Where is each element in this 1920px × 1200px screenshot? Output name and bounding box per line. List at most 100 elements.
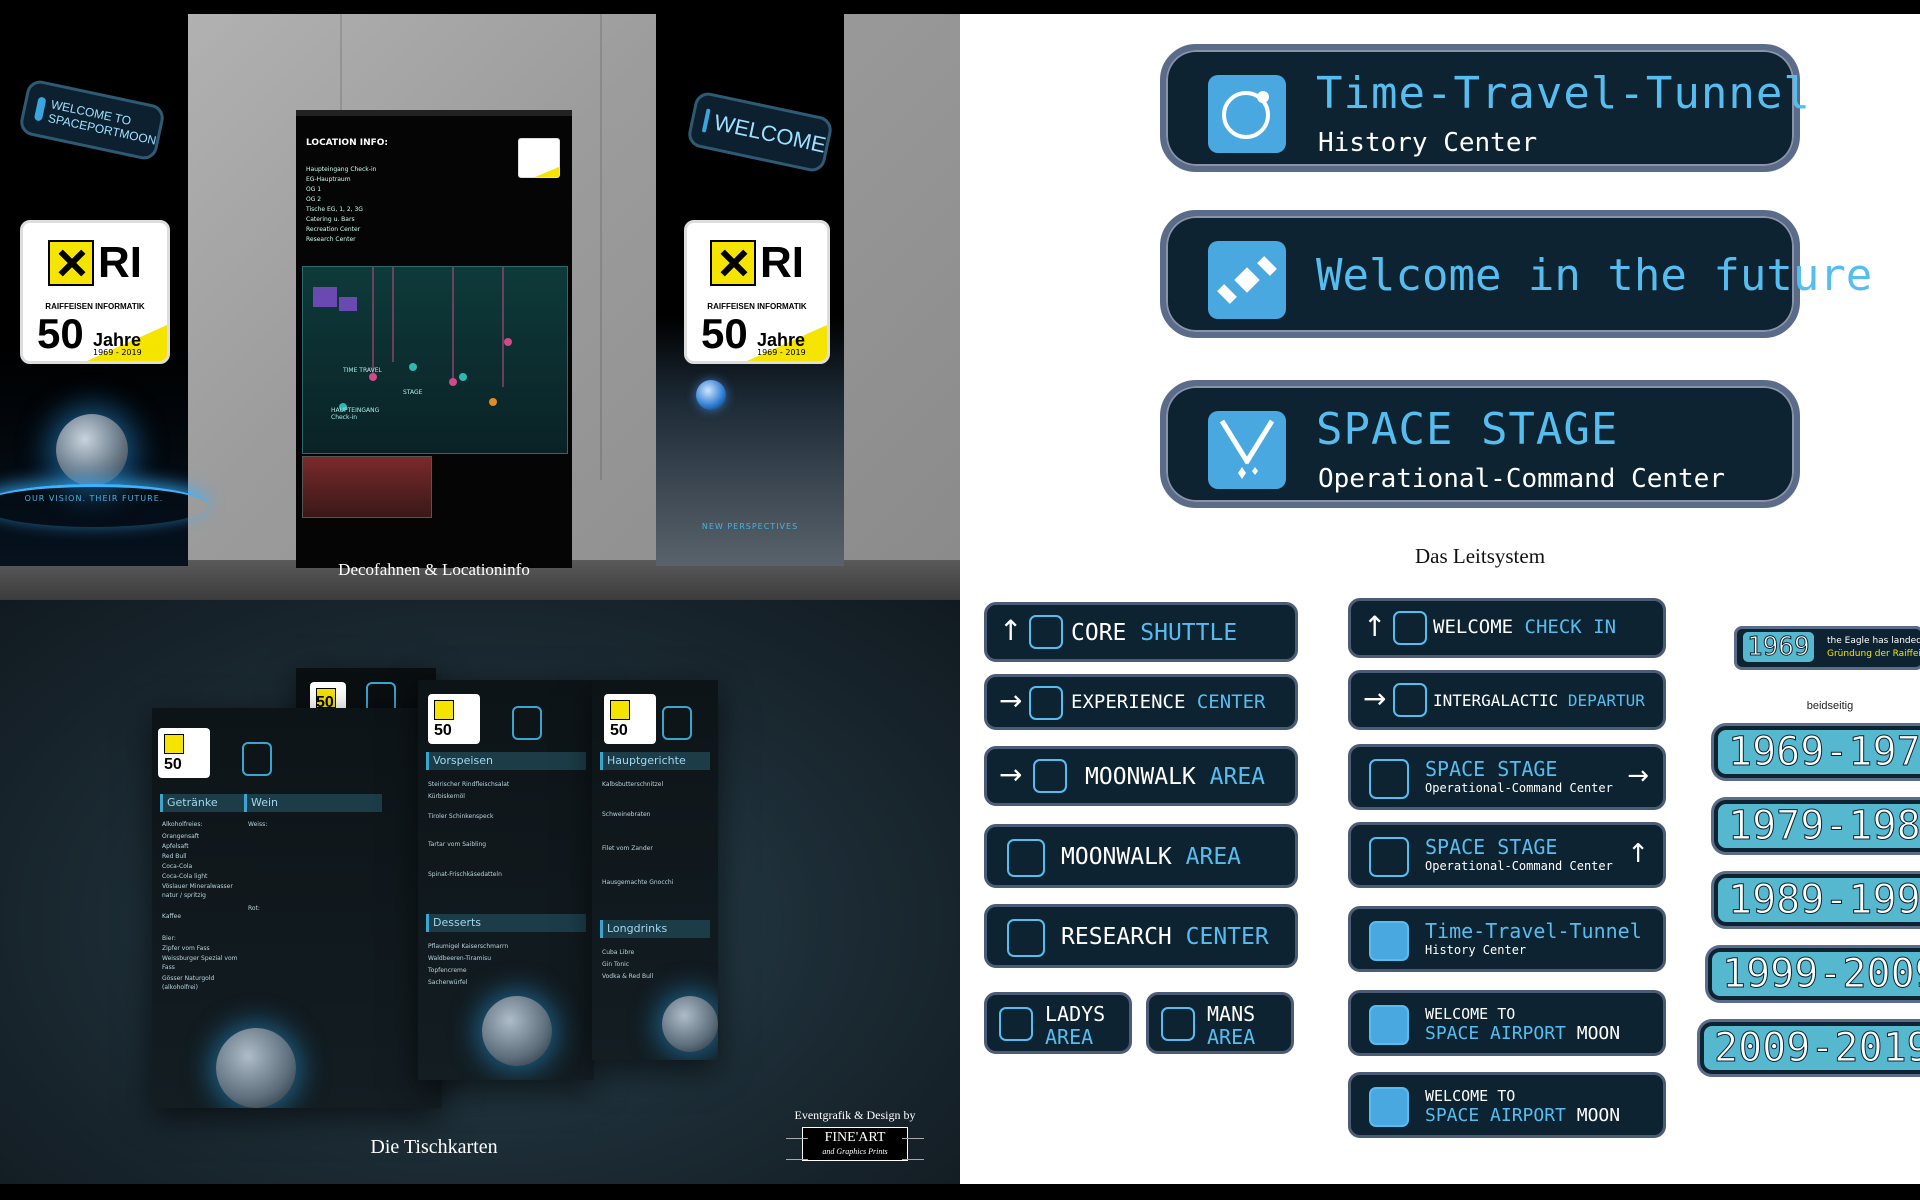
menu-line: Tiroler Schinkenspeck <box>428 813 494 820</box>
spotlights-icon <box>1369 837 1409 877</box>
left-deco-banner: WELCOME TO SPACEPORTMOON RI RAIFFEISEN I… <box>0 14 208 566</box>
big-sign-subtitle: History Center <box>1318 128 1538 158</box>
left-banner-welcome-sign: WELCOME TO SPACEPORTMOON <box>17 78 167 162</box>
plan-label: HAUPTEINGANG Check-in <box>331 407 380 421</box>
up-arrow-icon: ↑ <box>999 614 1023 647</box>
sign-text: RESEARCH CENTER <box>1061 924 1269 950</box>
menu-line: Apfelsaft <box>162 843 189 850</box>
year-range-sign: 1999-2009 <box>1708 948 1920 1000</box>
eagle-sign: 1969 the Eagle has landed Gründung der R… <box>1734 626 1920 670</box>
sign-title: SPACE STAGE <box>1425 757 1558 781</box>
spotlights-icon <box>1369 759 1409 799</box>
plan-label: STAGE <box>403 389 423 396</box>
mini-logo <box>158 728 210 778</box>
logo-emblem-icon <box>48 240 94 287</box>
rollup-item: OG 1 <box>306 186 322 193</box>
menu-line: Steirischer Rindfleischsalat <box>428 781 510 788</box>
fineart-logo: FINE'ART and Graphics Prints <box>802 1127 908 1161</box>
year-range-sign: 1989-1999 <box>1714 874 1920 926</box>
sign-subtitle: Operational-Command Center <box>1425 859 1613 873</box>
right-banner-welcome-text: WELCOME <box>711 109 829 158</box>
sign-space-stage-up: SPACE STAGE Operational-Command Center ↑ <box>1348 822 1666 888</box>
menu-line: Sacherwürfel <box>428 979 468 986</box>
rollup-item: Research Center <box>306 236 356 243</box>
checkin-icon <box>1393 611 1427 645</box>
sign-experience-center: → EXPERIENCE CENTER <box>984 674 1298 730</box>
astronaut-icon <box>1007 839 1045 877</box>
man-icon <box>1161 1007 1195 1041</box>
sign-text: AREA <box>1207 1025 1256 1049</box>
venue-photo <box>302 456 432 518</box>
sign-research-center: RESEARCH CENTER <box>984 904 1298 968</box>
table-cards-panel: Getränke Wein Alkoholfreies: Orangensaft… <box>0 600 960 1184</box>
menu-line: Pflaumigel Kaiserschmarrn <box>428 943 509 950</box>
fineart-brand: FINE'ART <box>824 1130 886 1145</box>
wing-right <box>902 1138 924 1160</box>
raiffeisen-logo: RI RAIFFEISEN INFORMATIK 50 Jahre 1969 -… <box>684 220 830 364</box>
moon-orbit-icon <box>1208 75 1286 153</box>
cocktail-icon <box>242 742 272 776</box>
menu-header: Vorspeisen <box>426 752 586 770</box>
menu-line: Kalbsbutterschnitzel <box>602 781 664 788</box>
fineart-sub: and Graphics Prints <box>822 1147 888 1156</box>
sign-subtitle: SPACE AIRPORT MOON <box>1425 1023 1621 1044</box>
plan-label: TIME TRAVEL <box>343 367 382 374</box>
sign-text: MANS <box>1207 1002 1256 1026</box>
floorplan-map: TIME TRAVEL STAGE HAUPTEINGANG Check-in <box>302 167 568 454</box>
logo-brand: RI <box>98 238 142 288</box>
raiffeisen-logo: RI RAIFFEISEN INFORMATIK 50 Jahre 1969 -… <box>20 220 170 364</box>
right-arrow-icon: → <box>1363 682 1387 715</box>
year-range-sign: 2009-2019 <box>1700 1022 1920 1074</box>
menu-line: Spinat-Frischkäsedatteln <box>428 871 502 878</box>
menu-header: Wein <box>244 794 382 812</box>
menu-header: Hauptgerichte <box>600 752 710 770</box>
eagle-year: 1969 <box>1743 632 1814 663</box>
rollup-title: LOCATION INFO: <box>306 138 389 148</box>
menu-line: Kürbiskernöl <box>428 793 465 800</box>
sign-intergalactic-departur: → INTERGALACTIC DEPARTUR <box>1348 670 1666 730</box>
menu-header: Desserts <box>426 914 586 932</box>
rollup-item: Catering u. Bars <box>306 216 355 223</box>
sign-space-stage-right: SPACE STAGE Operational-Command Center → <box>1348 744 1666 810</box>
plane-icon <box>1393 683 1427 717</box>
up-arrow-icon: ↑ <box>1363 610 1387 643</box>
year-range-sign: 1969-1979 <box>1714 726 1920 778</box>
rollup-item: Recreation Center <box>306 226 361 233</box>
right-arrow-icon: → <box>999 684 1023 717</box>
big-sign-title: Welcome in the future <box>1316 250 1873 301</box>
designer-credit: Eventgrafik & Design by FINE'ART and Gra… <box>786 1108 924 1161</box>
sign-text: EXPERIENCE CENTER <box>1071 691 1266 713</box>
sign-ladys-area: LADYS AREA <box>984 992 1132 1054</box>
up-arrow-icon: ↑ <box>1627 839 1649 869</box>
moon-orbit-icon <box>1369 921 1409 961</box>
menu-line: Gin Tonic <box>602 961 630 968</box>
menu-card-food: Vorspeisen Steirischer Rindfleischsalat … <box>418 680 594 1080</box>
right-deco-banner: WELCOME RI RAIFFEISEN INFORMATIK 50 Jahr… <box>656 14 844 566</box>
left-banner-tagline: OUR VISION. THEIR FUTURE. <box>24 494 164 503</box>
eagle-line2: Gründung der Raiffeisen <box>1827 649 1920 659</box>
sign-mans-area: MANS AREA <box>1146 992 1294 1054</box>
logo-span: 1969 - 2019 <box>757 348 806 357</box>
big-sign-welcome: Welcome in the future <box>1160 210 1872 338</box>
rocket-icon <box>1369 1005 1409 1045</box>
left-banner-welcome-text: WELCOME TO SPACEPORTMOON <box>46 97 158 148</box>
logo-years: 50 <box>37 310 84 357</box>
menu-line: Rot: <box>248 905 260 912</box>
wall-seam <box>600 14 602 480</box>
spotlights-icon <box>1208 411 1286 489</box>
sign-subtitle: History Center <box>1425 943 1527 957</box>
sign-title: Time-Travel-Tunnel <box>1425 919 1642 943</box>
rollup-item: OG 2 <box>306 196 322 203</box>
logo-brand: RI <box>760 238 804 288</box>
sign-moonwalk-area: → MOONWALK AREA <box>984 746 1298 806</box>
sign-core-shuttle: ↑ CORE SHUTTLE <box>984 602 1298 662</box>
logo-jahre: Jahre <box>93 330 142 350</box>
sign-text: AREA <box>1045 1025 1094 1049</box>
decoration-banners-panel: WELCOME TO SPACEPORTMOON RI RAIFFEISEN I… <box>0 14 960 600</box>
sign-subtitle: SPACE AIRPORT MOON <box>1425 1105 1621 1126</box>
sign-welcome-check-in: ↑ WELCOME CHECK IN <box>1348 598 1666 658</box>
menu-line: Orangensaft <box>162 833 200 840</box>
woman-icon <box>999 1007 1033 1041</box>
menu-line: Zipfer vom Fass <box>162 945 210 952</box>
earth-graphic <box>696 380 726 410</box>
